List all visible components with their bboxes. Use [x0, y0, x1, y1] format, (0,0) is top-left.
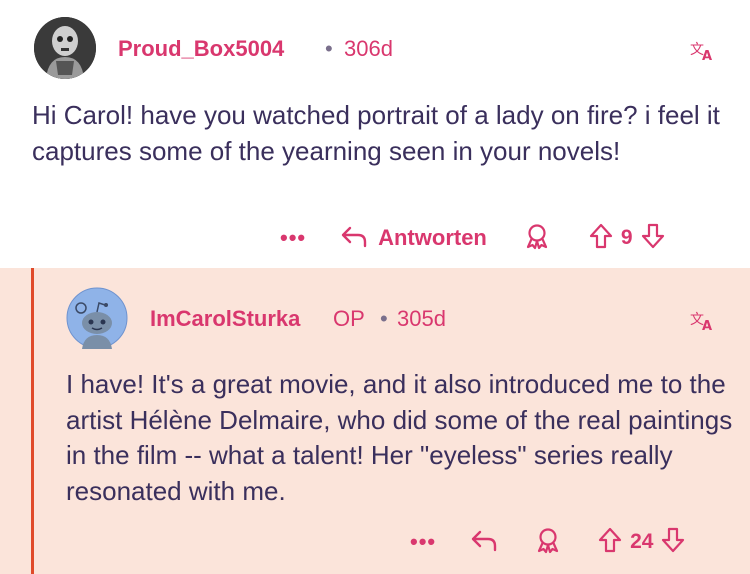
avatar[interactable] — [66, 287, 128, 354]
vote-count: 9 — [620, 226, 633, 249]
reply-arrow-icon[interactable] — [470, 528, 498, 557]
svg-text:A: A — [702, 49, 712, 62]
svg-text:A: A — [702, 319, 712, 332]
username[interactable]: ImCarolSturka — [150, 306, 300, 332]
comment-actions: ••• Antworten 9 — [280, 222, 665, 254]
separator-dot: • — [380, 306, 388, 331]
upvote-icon[interactable] — [589, 223, 613, 254]
award-icon[interactable] — [523, 222, 551, 255]
op-badge: OP — [333, 306, 365, 331]
comment-imcarolsturka: ImCarolSturka OP • 305d 文A I have! It's … — [0, 268, 750, 574]
more-icon[interactable]: ••• — [280, 225, 306, 251]
upvote-icon[interactable] — [598, 527, 622, 558]
comment-body: Hi Carol! have you watched portrait of a… — [32, 100, 720, 166]
downvote-icon[interactable] — [641, 223, 665, 254]
avatar[interactable] — [34, 17, 96, 79]
vote-count: 24 — [630, 530, 654, 553]
comment-proud-box5004: Proud_Box5004 • 306d 文A Hi Carol! have y… — [0, 0, 750, 268]
username[interactable]: Proud_Box5004 — [118, 36, 284, 62]
downvote-icon[interactable] — [661, 527, 685, 558]
thread-line[interactable] — [31, 268, 34, 574]
reply-button[interactable]: Antworten — [378, 225, 487, 251]
reply-arrow-icon[interactable] — [340, 224, 368, 253]
comment-body: I have! It's a great movie, and it also … — [66, 369, 733, 506]
comment-actions: ••• 24 — [410, 526, 685, 558]
award-icon[interactable] — [534, 526, 562, 559]
comment-age: 306d — [344, 36, 393, 61]
translate-icon[interactable]: 文A — [690, 38, 716, 64]
translate-icon[interactable]: 文A — [690, 308, 716, 334]
separator-dot: • — [325, 36, 333, 61]
more-icon[interactable]: ••• — [410, 529, 436, 555]
comment-age: 305d — [397, 306, 446, 331]
